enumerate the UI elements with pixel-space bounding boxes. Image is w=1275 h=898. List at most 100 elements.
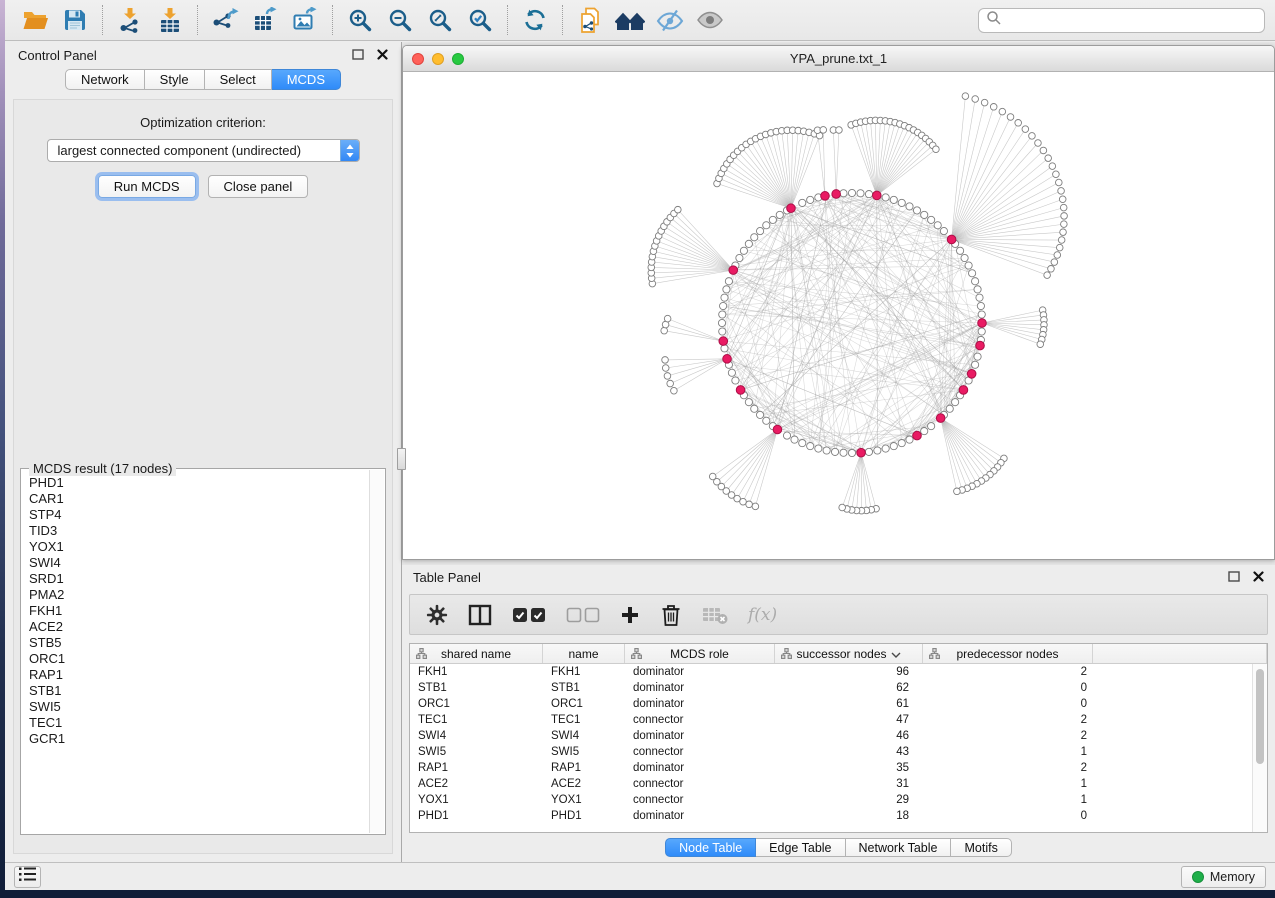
mcds-result-item[interactable]: ACE2 <box>29 619 369 635</box>
network-node[interactable] <box>952 399 959 406</box>
network-node[interactable] <box>940 227 947 234</box>
table-row[interactable]: PHD1PHD1dominator180 <box>410 808 1252 824</box>
network-node[interactable] <box>1060 229 1067 236</box>
network-node[interactable] <box>769 216 776 223</box>
column-header-name[interactable]: name <box>543 644 625 663</box>
network-node[interactable] <box>783 432 790 439</box>
network-node[interactable] <box>1058 188 1065 195</box>
network-node[interactable] <box>662 357 669 364</box>
network-node[interactable] <box>776 211 783 218</box>
network-node[interactable] <box>820 127 827 134</box>
network-node-mcds[interactable] <box>947 235 956 244</box>
network-node[interactable] <box>956 247 963 254</box>
network-node[interactable] <box>969 270 976 277</box>
network-node[interactable] <box>1061 213 1068 220</box>
network-node[interactable] <box>972 96 979 103</box>
network-node[interactable] <box>890 196 897 203</box>
network-node[interactable] <box>934 222 941 229</box>
network-node[interactable] <box>906 436 913 443</box>
zoom-selected-icon[interactable] <box>460 3 500 37</box>
network-node[interactable] <box>1054 252 1061 259</box>
network-node[interactable] <box>874 447 881 454</box>
zoom-window-icon[interactable] <box>452 53 464 65</box>
network-node[interactable] <box>865 191 872 198</box>
network-node[interactable] <box>661 327 668 334</box>
mcds-result-item[interactable]: SRD1 <box>29 571 369 587</box>
table-scrollbar-thumb[interactable] <box>1256 669 1264 764</box>
table-scrollbar[interactable] <box>1252 664 1267 832</box>
network-node[interactable] <box>664 315 671 322</box>
network-node[interactable] <box>723 286 730 293</box>
network-node[interactable] <box>675 206 682 213</box>
network-node[interactable] <box>740 247 747 254</box>
network-node[interactable] <box>962 93 969 100</box>
float-panel-icon[interactable] <box>352 48 364 63</box>
table-row[interactable]: YOX1YOX1connector291 <box>410 792 1252 808</box>
network-node[interactable] <box>865 448 872 455</box>
mcds-result-item[interactable]: SWI5 <box>29 699 369 715</box>
network-node[interactable] <box>906 203 913 210</box>
network-node[interactable] <box>840 190 847 197</box>
network-node-mcds[interactable] <box>723 355 732 364</box>
tab-motifs[interactable]: Motifs <box>951 838 1011 857</box>
network-node[interactable] <box>728 369 735 376</box>
column-header-shared-name[interactable]: shared name <box>410 644 543 663</box>
network-node[interactable] <box>921 427 928 434</box>
show-all-icon[interactable] <box>690 3 730 37</box>
network-node-mcds[interactable] <box>936 414 945 423</box>
close-panel-icon[interactable] <box>377 48 388 63</box>
network-node[interactable] <box>721 345 728 352</box>
network-node-mcds[interactable] <box>967 369 976 378</box>
first-neighbors-icon[interactable] <box>610 3 650 37</box>
table-row[interactable]: ORC1ORC1dominator610 <box>410 696 1252 712</box>
network-node-mcds[interactable] <box>787 204 796 213</box>
mcds-result-item[interactable]: STB5 <box>29 635 369 651</box>
deselect-all-checkboxes-icon[interactable] <box>566 607 600 623</box>
network-node[interactable] <box>882 445 889 452</box>
network-node[interactable] <box>745 399 752 406</box>
network-node[interactable] <box>807 443 814 450</box>
search-input[interactable] <box>1007 13 1257 28</box>
mcds-result-item[interactable]: STB1 <box>29 683 369 699</box>
mcds-result-item[interactable]: TEC1 <box>29 715 369 731</box>
column-header-predecessor-nodes[interactable]: predecessor nodes <box>923 644 1093 663</box>
network-node[interactable] <box>736 254 743 261</box>
network-node[interactable] <box>709 473 716 480</box>
tab-network[interactable]: Network <box>65 69 145 90</box>
mcds-result-item[interactable]: FKH1 <box>29 603 369 619</box>
criterion-select[interactable]: largest connected component (undirected) <box>47 139 360 162</box>
network-node-mcds[interactable] <box>773 425 782 434</box>
column-header-mcds-role[interactable]: MCDS role <box>625 644 775 663</box>
table-row[interactable]: SWI4SWI4dominator462 <box>410 728 1252 744</box>
network-node[interactable] <box>990 104 997 111</box>
column-header-successor-nodes[interactable]: successor nodes <box>775 644 923 663</box>
network-node[interactable] <box>928 423 935 430</box>
network-node[interactable] <box>1061 221 1068 228</box>
network-node[interactable] <box>831 448 838 455</box>
table-row[interactable]: TEC1TEC1connector472 <box>410 712 1252 728</box>
mcds-result-item[interactable]: CAR1 <box>29 491 369 507</box>
network-node[interactable] <box>946 405 953 412</box>
network-node[interactable] <box>720 302 727 309</box>
table-row[interactable]: RAP1RAP1dominator352 <box>410 760 1252 776</box>
export-table-icon[interactable] <box>245 3 285 37</box>
network-node[interactable] <box>1053 171 1060 178</box>
add-column-icon[interactable] <box>620 605 640 625</box>
network-node[interactable] <box>1056 244 1063 251</box>
close-panel-button[interactable]: Close panel <box>208 175 309 198</box>
network-node-mcds[interactable] <box>976 341 985 350</box>
mcds-result-item[interactable]: GCR1 <box>29 731 369 747</box>
network-node[interactable] <box>974 286 981 293</box>
network-node[interactable] <box>961 254 968 261</box>
mcds-result-item[interactable]: RAP1 <box>29 667 369 683</box>
network-node[interactable] <box>974 353 981 360</box>
network-node-mcds[interactable] <box>719 337 728 346</box>
network-node[interactable] <box>664 373 671 380</box>
table-row[interactable]: FKH1FKH1dominator962 <box>410 664 1252 680</box>
network-node[interactable] <box>999 108 1006 115</box>
network-node[interactable] <box>978 328 985 335</box>
network-node[interactable] <box>823 447 830 454</box>
open-icon[interactable] <box>15 3 55 37</box>
minimize-window-icon[interactable] <box>432 53 444 65</box>
zoom-in-icon[interactable] <box>340 3 380 37</box>
